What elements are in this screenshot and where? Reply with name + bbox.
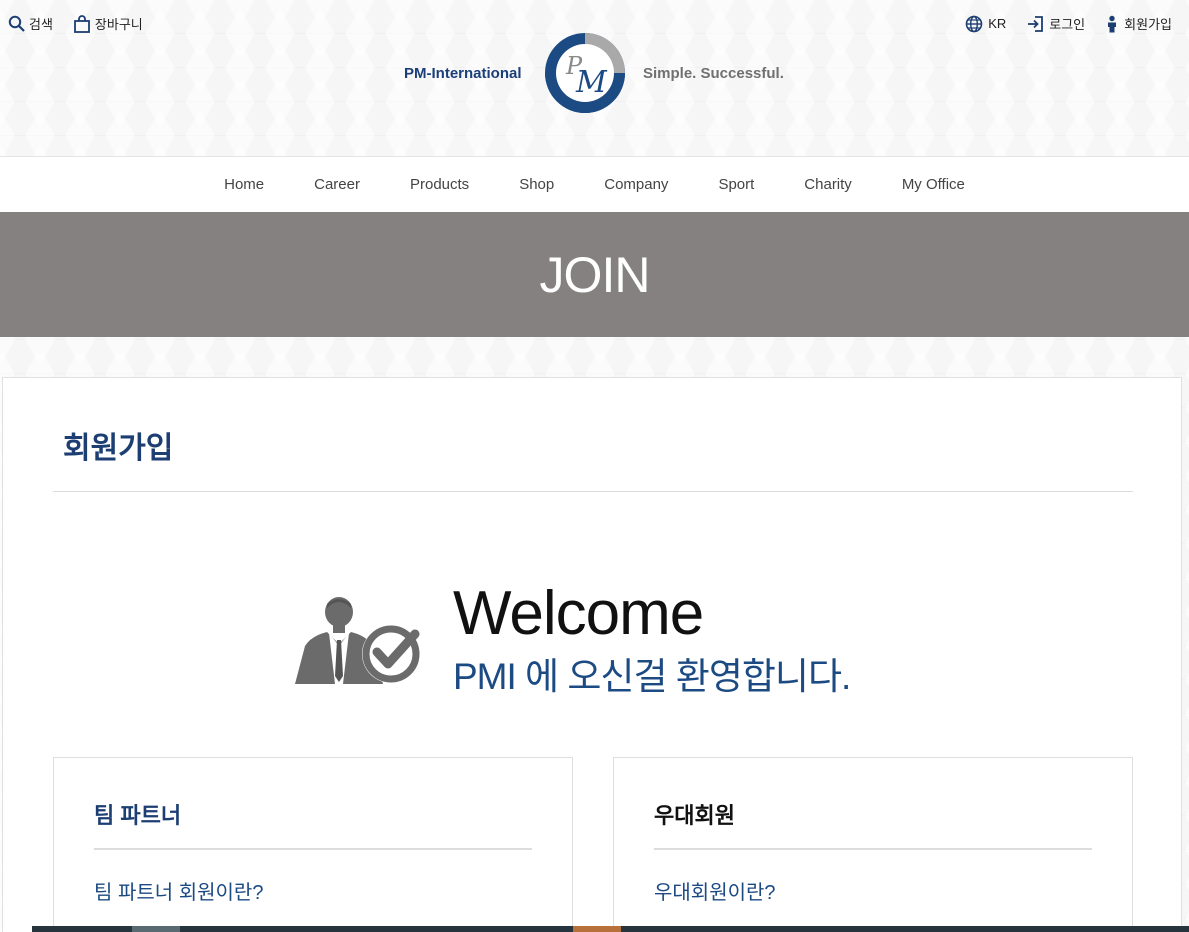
team-partner-box: 팀 파트너 팀 파트너 회원이란? xyxy=(53,757,573,932)
welcome-subtitle: PMI 에 오신걸 환영합니다. xyxy=(453,656,851,697)
brand-name[interactable]: PM-International xyxy=(404,65,522,82)
businessman-check-icon xyxy=(291,596,423,686)
bottom-bar-segment xyxy=(132,926,180,932)
bottom-bar-segment xyxy=(573,926,621,932)
hero-banner: JOIN xyxy=(0,212,1189,337)
logo-row: PM-International P M Simple. Successful. xyxy=(0,30,1189,118)
brand-slogan: Simple. Successful. xyxy=(643,65,784,82)
nav-item-home[interactable]: Home xyxy=(199,176,289,193)
box-divider xyxy=(654,848,1092,850)
team-partner-info-link[interactable]: 팀 파트너 회원이란? xyxy=(94,876,263,905)
main-card: 회원가입 Welcome PMI 에 오신걸 환영합니다. 팀 파트너 팀 파트… xyxy=(2,377,1182,932)
hero-title: JOIN xyxy=(539,246,651,303)
nav-item-my-office[interactable]: My Office xyxy=(877,176,990,193)
nav-item-company[interactable]: Company xyxy=(579,176,693,193)
svg-text:M: M xyxy=(575,65,608,100)
nav-item-products[interactable]: Products xyxy=(385,176,494,193)
nav-item-shop[interactable]: Shop xyxy=(494,176,579,193)
welcome-title: Welcome xyxy=(453,579,704,648)
title-divider xyxy=(53,491,1133,492)
team-partner-title: 팀 파트너 xyxy=(94,803,182,828)
main-nav: Home Career Products Shop Company Sport … xyxy=(0,156,1189,212)
nav-item-career[interactable]: Career xyxy=(289,176,385,193)
preferred-member-info-link[interactable]: 우대회원이란? xyxy=(654,876,776,905)
nav-item-sport[interactable]: Sport xyxy=(693,176,779,193)
pm-logo-icon[interactable]: P M xyxy=(544,30,626,116)
preferred-member-box: 우대회원 우대회원이란? xyxy=(613,757,1133,932)
page-title: 회원가입 xyxy=(63,432,174,465)
language-label: KR xyxy=(988,16,1007,31)
nav-item-charity[interactable]: Charity xyxy=(779,176,877,193)
box-divider xyxy=(94,848,532,850)
preferred-member-title: 우대회원 xyxy=(654,803,735,828)
